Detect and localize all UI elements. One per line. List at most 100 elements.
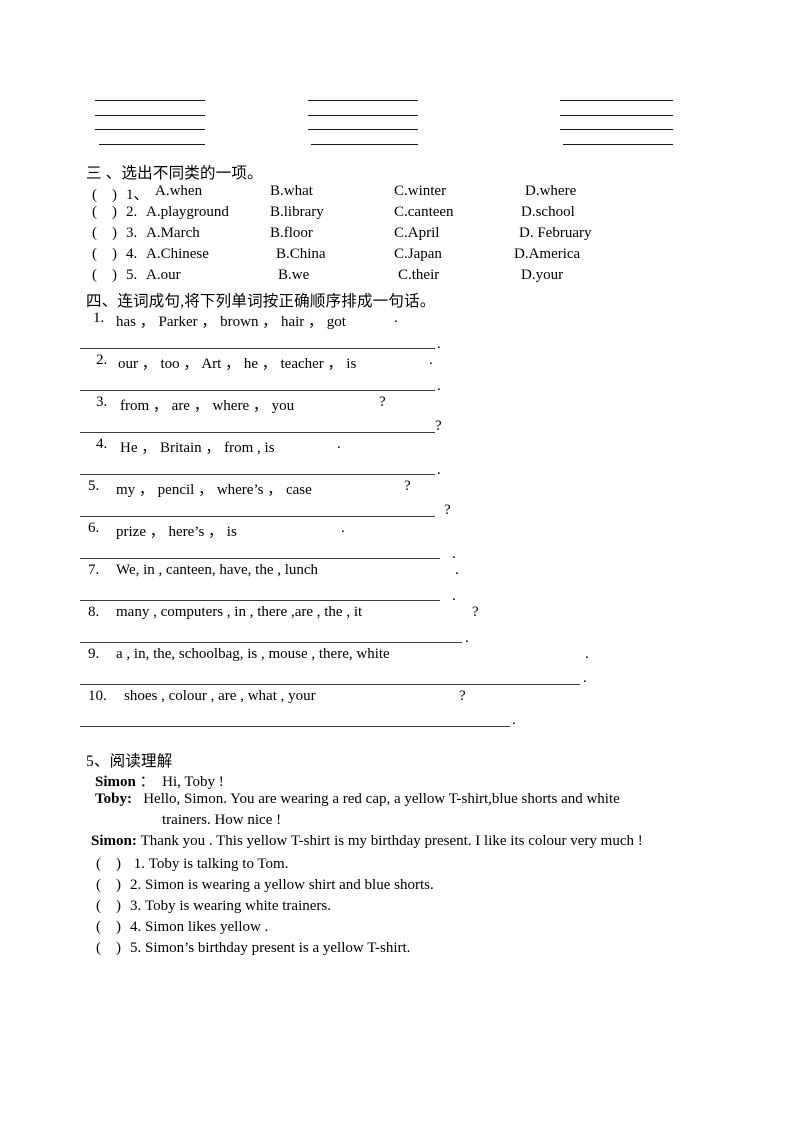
mc-option-2c[interactable]: C.canteen <box>394 204 454 221</box>
answer-punct-4: . <box>437 462 441 478</box>
answer-line-1[interactable] <box>80 348 435 349</box>
section-four-heading: 四、连词成句,将下列单词按正确顺序排成一句话。 <box>86 293 436 310</box>
mc-option-3a[interactable]: A.March <box>146 225 200 242</box>
answer-bracket[interactable]: ( ) <box>96 940 130 957</box>
worksheet-page: 三 、选出不同类的一项。 ( ) 1、 A.when B.what C.winte… <box>0 0 800 1132</box>
blank-line <box>560 100 673 101</box>
mc-option-1b[interactable]: B.what <box>270 183 313 200</box>
mc-option-4c[interactable]: C.Japan <box>394 246 442 263</box>
answer-punct-1: . <box>437 336 441 352</box>
sentence-item-10-number: 10. <box>88 688 107 704</box>
blank-line <box>95 129 205 130</box>
answer-line-3[interactable] <box>80 432 435 433</box>
mc-option-5b[interactable]: B.we <box>278 267 309 284</box>
blank-line <box>99 143 205 145</box>
answer-bracket[interactable]: ( ) <box>96 877 130 894</box>
sentence-item-1-end: . <box>394 310 398 326</box>
answer-punct-8: . <box>465 630 469 646</box>
answer-bracket[interactable]: ( ) <box>92 267 126 284</box>
sentence-item-8-end: ? <box>472 604 479 620</box>
blank-line <box>308 100 418 101</box>
mc-option-2b[interactable]: B.library <box>270 204 324 221</box>
mc-row-4: ( ) 4. <box>92 246 137 267</box>
mc-option-2a[interactable]: A.playground <box>146 204 229 221</box>
tf-number: 3. <box>130 898 142 914</box>
answer-line-10[interactable] <box>80 726 510 727</box>
dialogue-line-3: Simon: Thank you . This yellow T-shirt i… <box>91 833 643 850</box>
answer-bracket[interactable]: ( ) <box>92 246 126 263</box>
tf-text: Simon likes yellow . <box>145 919 269 935</box>
answer-punct-2: . <box>437 378 441 394</box>
answer-bracket[interactable]: ( ) <box>96 919 130 936</box>
mc-option-5d[interactable]: D.your <box>521 267 563 284</box>
dialogue-line-2-cont: trainers. How nice ! <box>162 812 281 829</box>
answer-line-7[interactable] <box>80 600 440 601</box>
answer-line-2[interactable] <box>80 390 435 391</box>
answer-punct-7: . <box>452 588 456 604</box>
blank-line <box>308 129 418 130</box>
sentence-item-3-end: ? <box>379 394 386 410</box>
sentence-item-4-words: He ， Britain ， from , is <box>120 440 275 456</box>
section-five-heading: 5、阅读理解 <box>86 753 173 770</box>
sentence-item-2-words: our ， too ， Art ， he ， teacher ， is <box>118 356 357 372</box>
mc-option-5a[interactable]: A.our <box>146 267 181 284</box>
mc-option-5c[interactable]: C.their <box>398 267 439 284</box>
tf-row-4: ( ) 4. Simon likes yellow . <box>96 919 268 936</box>
sentence-item-6-number: 6. <box>88 520 100 536</box>
mc-option-1a[interactable]: A.when <box>155 183 202 200</box>
dialogue-text: Thank you . This yellow T-shirt is my bi… <box>140 833 643 849</box>
tf-row-2: ( ) 2. Simon is wearing a yellow shirt an… <box>96 877 434 894</box>
mc-row-5: ( ) 5. <box>92 267 137 288</box>
answer-line-6[interactable] <box>80 558 440 559</box>
mc-option-2d[interactable]: D.school <box>521 204 575 221</box>
blank-line <box>563 143 673 145</box>
mc-row-2: ( ) 2. <box>92 204 137 225</box>
mc-option-1c[interactable]: C.winter <box>394 183 446 200</box>
answer-line-5[interactable] <box>80 516 435 517</box>
answer-punct-9: . <box>583 670 587 686</box>
dialogue-speaker: Simon: <box>91 833 137 849</box>
sentence-item-6-words: prize ， here’s ， is <box>116 524 237 540</box>
blank-line <box>308 114 418 116</box>
mc-option-1d[interactable]: D.where <box>525 183 576 200</box>
answer-bracket[interactable]: ( ) <box>92 204 126 221</box>
blank-line <box>560 114 673 116</box>
answer-bracket[interactable]: ( ) <box>92 225 126 242</box>
sentence-item-3-words: from ， are ， where ， you <box>120 398 295 414</box>
answer-line-9[interactable] <box>80 684 580 685</box>
tf-row-5: ( ) 5. Simon’s birthday present is a yell… <box>96 940 410 957</box>
answer-line-4[interactable] <box>80 474 435 475</box>
mc-option-3d[interactable]: D. February <box>519 225 591 242</box>
mc-row-1: ( ) 1、 <box>92 183 149 204</box>
tf-number: 5. <box>130 940 142 956</box>
tf-number: 1. <box>130 856 145 872</box>
answer-bracket[interactable]: ( ) <box>96 856 130 873</box>
tf-number: 4. <box>130 919 142 935</box>
answer-punct-6: . <box>452 546 456 562</box>
dialogue-line-2: Toby: Hello, Simon. You are wearing a re… <box>95 791 620 808</box>
answer-line-8[interactable] <box>80 642 462 643</box>
mc-number: 4. <box>126 246 138 262</box>
blank-lines-column-2 <box>308 100 418 158</box>
answer-bracket[interactable]: ( ) <box>92 187 126 204</box>
tf-number: 2. <box>130 877 142 893</box>
sentence-item-9-number: 9. <box>88 646 100 662</box>
blank-lines-grid <box>0 100 800 158</box>
sentence-item-8-words: many , computers , in , there ,are , the… <box>116 604 363 620</box>
answer-bracket[interactable]: ( ) <box>96 898 130 915</box>
mc-option-4a[interactable]: A.Chinese <box>146 246 209 263</box>
sentence-item-2-end: . <box>429 352 433 368</box>
blank-line <box>95 114 205 116</box>
sentence-item-7-number: 7. <box>88 562 100 578</box>
mc-option-4d[interactable]: D.America <box>514 246 580 263</box>
mc-option-3b[interactable]: B.floor <box>270 225 313 242</box>
tf-row-1: ( ) 1. Toby is talking to Tom. <box>96 856 288 873</box>
tf-text: Toby is wearing white trainers. <box>145 898 331 914</box>
sentence-item-5-number: 5. <box>88 478 100 494</box>
sentence-item-8-number: 8. <box>88 604 100 620</box>
mc-row-3: ( ) 3. <box>92 225 137 246</box>
sentence-item-9-words: a , in, the, schoolbag, is , mouse , the… <box>116 646 390 662</box>
mc-option-3c[interactable]: C.April <box>394 225 439 242</box>
mc-option-4b[interactable]: B.China <box>276 246 326 263</box>
sentence-item-7-end: . <box>455 562 459 578</box>
